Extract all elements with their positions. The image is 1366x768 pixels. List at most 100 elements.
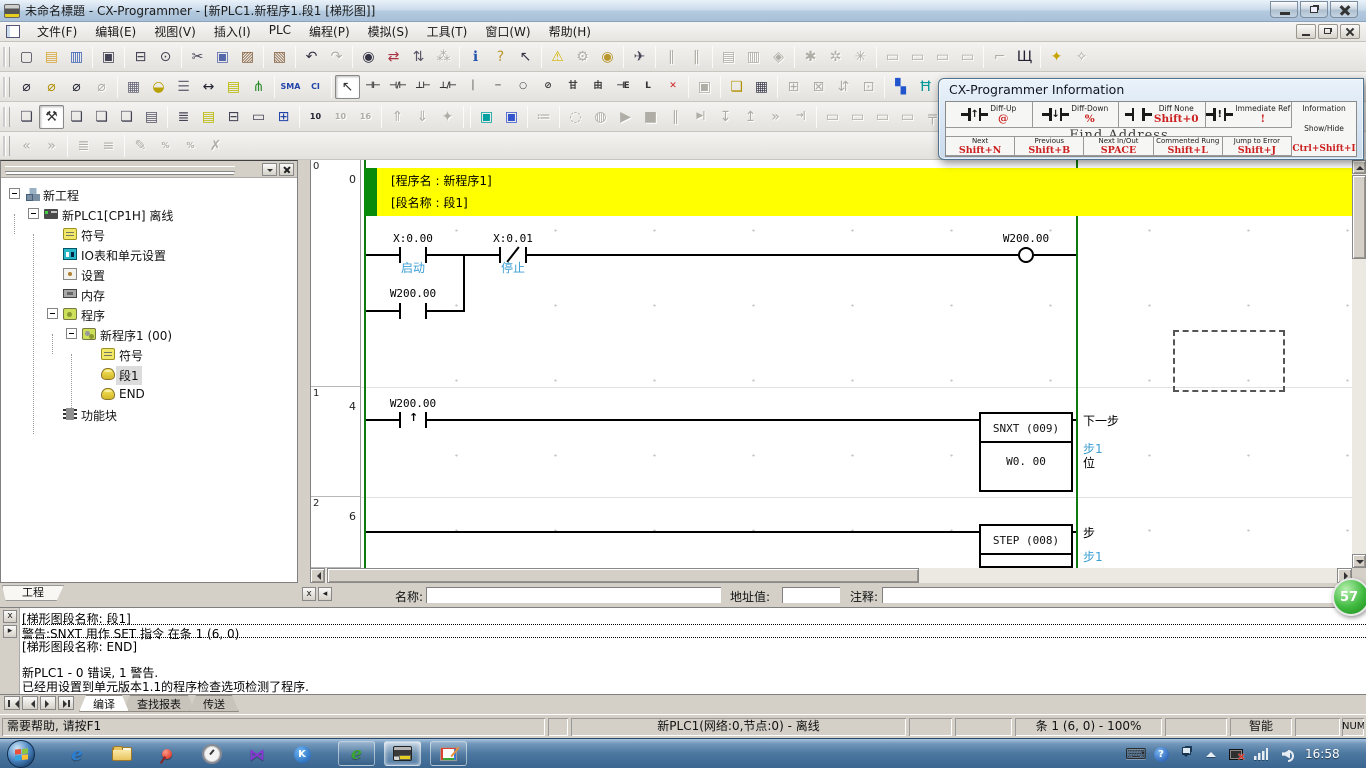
network-icon[interactable] xyxy=(1228,745,1244,763)
tree-item-label[interactable]: 新程序1 (00) xyxy=(97,326,175,345)
scrollbar-thumb[interactable] xyxy=(1352,175,1366,259)
tree-item-8[interactable]: 符号 xyxy=(1,344,297,364)
toolbar-monitor-down-button[interactable]: ⇓ xyxy=(410,105,435,129)
taskbar-app-paint[interactable] xyxy=(430,741,467,766)
toolbar-step-out-button[interactable]: ↥ xyxy=(738,105,763,129)
toolbar-mnemonics-button[interactable]: SMA xyxy=(278,75,303,99)
rung-header-1[interactable]: 14 xyxy=(311,387,360,497)
toolbar-zoom-out-button[interactable]: ⌀ xyxy=(64,75,89,99)
output-tab-0[interactable]: 编译 xyxy=(79,695,129,712)
toolbar-list-up-button[interactable]: ≡ xyxy=(96,134,121,158)
toolbar-sim-step-button[interactable]: ▶| xyxy=(688,105,713,129)
toolbar-print-preview-button[interactable]: ⊙ xyxy=(153,45,178,69)
output-grip[interactable]: x ▸ xyxy=(0,608,20,695)
output-coil[interactable] xyxy=(1018,247,1034,263)
toolbar-hc-window-button[interactable]: Ħ xyxy=(913,75,938,99)
snxt-instruction-block[interactable]: SNXT (009) W0. 00 xyxy=(979,412,1073,492)
tree-expander[interactable] xyxy=(9,188,20,199)
toolbar-protect-button[interactable]: ✦ xyxy=(1044,45,1069,69)
toolbar-pause2-button[interactable]: ◍ xyxy=(588,105,613,129)
toolbar-new-file-button[interactable]: ▢ xyxy=(14,45,39,69)
toolbar-grey1-button[interactable]: ⊞ xyxy=(781,75,806,99)
keyboard-icon[interactable] xyxy=(1128,745,1144,763)
toolbar-net4-button[interactable]: ▭ xyxy=(895,105,920,129)
toolbar-ci-view-button[interactable]: CI xyxy=(303,75,328,99)
toolbar-prev-ref-button[interactable]: « xyxy=(14,134,39,158)
mdi-minimize-button[interactable] xyxy=(1296,24,1316,39)
toolbar-help-button[interactable]: ? xyxy=(488,45,513,69)
toolbar-rack4-button[interactable]: ▭ xyxy=(955,45,980,69)
toolbar-work-online-button[interactable]: ▤ xyxy=(716,45,741,69)
tree-expander[interactable] xyxy=(66,328,77,339)
ladder-editor[interactable]: 001426 [程序名 : 新程序1] [段名称 : 段1] X:0.00 启动… xyxy=(310,160,1352,568)
toolbar-wnd-address-button[interactable]: ❏ xyxy=(114,105,139,129)
symbol-bar-close-button[interactable]: x xyxy=(302,587,316,601)
rung-header-2[interactable]: 26 xyxy=(311,497,360,568)
address-field[interactable] xyxy=(782,587,840,603)
horizontal-scrollbar[interactable] xyxy=(310,568,1352,583)
coil-address[interactable]: W200.00 xyxy=(990,232,1062,245)
selection-rectangle[interactable] xyxy=(1173,330,1285,392)
toolbar-detail-list-button[interactable]: ☰ xyxy=(171,75,196,99)
close-button[interactable] xyxy=(1330,1,1358,18)
comment-field[interactable] xyxy=(882,587,1358,603)
output-message-4[interactable]: 新PLC1 - 0 错误, 1 警告. xyxy=(22,664,1366,678)
tab-project[interactable]: 工程 xyxy=(2,585,64,601)
tree-item-label[interactable]: END xyxy=(116,386,148,402)
toolbar-zoom-fit-button[interactable]: ⌀ xyxy=(89,75,114,99)
toolbar-select-button[interactable]: ↖ xyxy=(335,75,360,99)
instruction-operand[interactable]: W0. 00 xyxy=(981,443,1071,468)
toolbar-pause1-button[interactable]: ◌ xyxy=(563,105,588,129)
toolbar-view-dialog-button[interactable]: ▭ xyxy=(246,105,271,129)
toolbar-undo-button[interactable]: ↶ xyxy=(299,45,324,69)
toolbar-contact-or-nc-button[interactable]: ⊥/⊢ xyxy=(435,75,460,99)
rung-header-0[interactable]: 00 xyxy=(311,160,360,387)
toolbar-io-spacing-button[interactable]: ↔ xyxy=(196,75,221,99)
toolbar-view-io-button[interactable]: ⊞ xyxy=(271,105,296,129)
taskbar-app-cxp[interactable] xyxy=(384,741,421,766)
toolbar-wnd-find-button[interactable]: ❏ xyxy=(89,105,114,129)
toolbar-pct1-button[interactable]: % xyxy=(153,134,178,158)
toolbar-compile-button[interactable]: ⚠ xyxy=(545,45,570,69)
toolbar-stack-button[interactable]: ❏ xyxy=(724,75,749,99)
toolbar-step-online-button[interactable]: ⌐ xyxy=(987,45,1012,69)
toolbar-mnemonic-grey-button[interactable]: ≔ xyxy=(531,105,556,129)
toolbar-zoom-in-button[interactable]: ⌀ xyxy=(14,75,39,99)
tree-item-10[interactable]: END xyxy=(1,384,297,404)
toolbar-coil-button[interactable]: ○ xyxy=(510,75,535,99)
toolbar-vertical-line-button[interactable]: │ xyxy=(460,75,485,99)
menu-item-4[interactable]: PLC xyxy=(260,21,300,42)
tree-item-label[interactable]: 内存 xyxy=(78,286,108,305)
toolbar-wnd-watch-button[interactable]: ❏ xyxy=(64,105,89,129)
step-instruction-block[interactable]: STEP (008) xyxy=(979,524,1073,568)
next-tab-button[interactable] xyxy=(40,696,56,710)
toolbar-cancel-button[interactable]: ✗ xyxy=(203,134,228,158)
toolbar-net2-button[interactable]: ▭ xyxy=(845,105,870,129)
kmplayer-icon[interactable] xyxy=(246,743,268,765)
toolbar-sim-pause-button[interactable]: ∥ xyxy=(663,105,688,129)
tree-item-label[interactable]: 设置 xyxy=(78,266,108,285)
output-tab-2[interactable]: 传送 xyxy=(189,695,239,712)
tree-item-1[interactable]: 新PLC1[CP1H] 离线 xyxy=(1,204,297,224)
toolbar-fb-invocation-button[interactable]: 由 xyxy=(585,75,610,99)
ie-icon[interactable] xyxy=(66,743,88,765)
toolbar-save-report-button[interactable]: ▣ xyxy=(96,45,121,69)
toolbar-tree-view-button[interactable]: ⋔ xyxy=(246,75,271,99)
tree-item-label[interactable]: IO表和单元设置 xyxy=(78,246,169,265)
toolbar-zoom-sel-button[interactable]: ⌀ xyxy=(39,75,64,99)
output-message-0[interactable]: [梯形图段名称: 段1] xyxy=(22,610,1366,624)
toolbar-find-button[interactable]: ◉ xyxy=(356,45,381,69)
tree-expander[interactable] xyxy=(47,308,58,319)
workspace-close-button[interactable] xyxy=(279,163,294,176)
explorer-icon[interactable] xyxy=(111,743,133,765)
toolbar-paste-special-button[interactable]: ▧ xyxy=(267,45,292,69)
toolbar-horizontal-line-button[interactable]: ─ xyxy=(485,75,510,99)
scroll-left-button[interactable] xyxy=(310,568,325,583)
toolbar-view-section-button[interactable]: ⊟ xyxy=(221,105,246,129)
scrollbar-thumb[interactable] xyxy=(327,568,919,583)
panel-splitter[interactable] xyxy=(298,160,310,583)
toolbar-io-table-button[interactable]: ▦ xyxy=(749,75,774,99)
tree-expander[interactable] xyxy=(28,208,39,219)
toolbar-pause-button[interactable]: ‖ xyxy=(684,45,709,69)
tree-item-11[interactable]: 功能块 xyxy=(1,404,297,424)
